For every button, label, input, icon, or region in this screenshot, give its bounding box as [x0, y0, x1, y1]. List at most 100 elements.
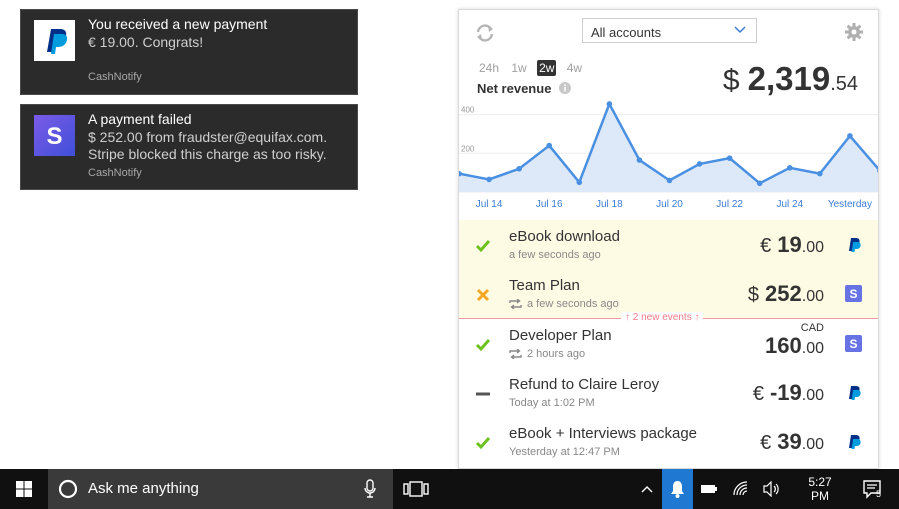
event-amount: € -19.00 — [753, 380, 824, 406]
event-amount-integer: 39 — [777, 429, 802, 454]
chart-point[interactable] — [576, 179, 583, 186]
chart-point[interactable] — [847, 133, 853, 139]
event-title: Team Plan — [509, 277, 580, 294]
system-clock[interactable]: 5:27 PM — [800, 475, 840, 503]
chart-point[interactable] — [636, 157, 643, 163]
task-view-icon[interactable] — [403, 480, 429, 498]
toast-source: CashNotify — [88, 71, 142, 83]
chart-point[interactable] — [666, 177, 673, 184]
event-amount-decimal: .00 — [801, 239, 824, 256]
account-select-value: All accounts — [591, 25, 662, 40]
event-row[interactable]: Refund to Claire Leroy Today at 1:02 PM … — [459, 368, 878, 417]
info-icon[interactable] — [559, 82, 572, 94]
toast-title: You received a new payment — [88, 16, 268, 32]
cashnotify-tray-button[interactable] — [662, 469, 693, 509]
net-revenue-text: Net revenue — [477, 81, 552, 96]
event-time-text: 2 hours ago — [527, 348, 586, 360]
x-tick-label: Jul 16 — [536, 199, 563, 210]
chart-point[interactable] — [606, 101, 613, 107]
x-tick-label: Jul 24 — [776, 199, 803, 210]
volume-icon[interactable] — [763, 481, 781, 497]
cortana-icon — [58, 479, 78, 499]
chart-point[interactable] — [546, 142, 553, 149]
event-amount-integer: 160 — [765, 333, 802, 358]
x-tick-label: Jul 18 — [596, 199, 623, 210]
event-title: Developer Plan — [509, 327, 612, 344]
chart-point[interactable] — [726, 155, 733, 161]
battery-icon[interactable] — [700, 483, 718, 495]
check-icon — [475, 437, 491, 450]
event-currency: € — [760, 432, 772, 454]
notification-toast-payment[interactable]: You received a new payment € 19.00. Cong… — [20, 9, 358, 95]
chart-point[interactable] — [786, 165, 793, 171]
period-24h[interactable]: 24h — [477, 60, 501, 76]
period-1w[interactable]: 1w — [509, 60, 528, 76]
event-row[interactable]: Team Plan a few seconds ago $252.00 S — [459, 269, 878, 318]
net-revenue-label: Net revenue — [477, 81, 572, 96]
chart-point[interactable] — [516, 165, 522, 172]
event-currency: $ — [747, 284, 760, 306]
check-icon — [475, 240, 491, 253]
event-currency: € — [752, 383, 764, 405]
event-time-text: a few seconds ago — [527, 298, 619, 310]
event-time: Yesterday at 12:47 PM — [509, 446, 620, 458]
notification-toast-failed[interactable]: S A payment failed $ 252.00 from fraudst… — [20, 104, 358, 190]
event-amount-decimal: .00 — [801, 387, 824, 404]
stripe-icon: S — [34, 115, 75, 156]
cross-icon — [476, 288, 490, 302]
stripe-icon: S — [845, 335, 862, 352]
revenue-chart: 0200400Jul 14Jul 16Jul 18Jul 20Jul 22Jul… — [459, 101, 878, 210]
revenue-currency: $ — [722, 64, 740, 97]
paypal-icon — [849, 386, 861, 400]
notification-count: 5 — [876, 489, 882, 499]
refresh-icon[interactable] — [474, 22, 496, 44]
x-tick-label: Jul 20 — [656, 199, 683, 210]
search-placeholder: Ask me anything — [88, 480, 199, 497]
event-amount-integer: 252 — [765, 281, 802, 306]
event-row[interactable]: Developer Plan 2 hours ago CAD 160.00 S — [459, 319, 878, 368]
chevron-up-icon[interactable] — [640, 483, 654, 495]
toast-body: € 19.00. Congrats! — [88, 34, 204, 50]
revenue-widget: All accounts 24h 1w 2w 4w Net revenue $ … — [458, 9, 879, 469]
wifi-icon[interactable] — [733, 481, 749, 497]
period-selector: 24h 1w 2w 4w — [477, 60, 589, 76]
toast-source: CashNotify — [88, 167, 142, 179]
recurring-icon — [509, 298, 522, 310]
gear-icon[interactable] — [844, 22, 864, 42]
svg-text:S: S — [849, 337, 857, 351]
chart-point[interactable] — [696, 161, 703, 167]
event-time: a few seconds ago — [509, 298, 619, 310]
x-tick-label: Jul 14 — [476, 199, 503, 210]
chart-point[interactable] — [817, 170, 823, 177]
chart-point[interactable] — [756, 180, 763, 187]
clock-ampm: PM — [811, 489, 829, 503]
event-list: eBook download a few seconds ago €19.00 … — [459, 220, 878, 466]
event-amount: 160.00 — [765, 333, 824, 359]
event-time: Today at 1:02 PM — [509, 397, 595, 409]
chart-point[interactable] — [486, 176, 492, 183]
x-tick-label: Jul 22 — [716, 199, 743, 210]
stripe-icon: S — [845, 285, 862, 302]
paypal-icon — [34, 20, 75, 61]
period-4w[interactable]: 4w — [565, 60, 584, 76]
event-title: eBook + Interviews package — [509, 425, 698, 442]
paypal-icon — [849, 238, 861, 252]
revenue-integer: 2,319 — [747, 60, 831, 97]
event-title: Refund to Claire Leroy — [509, 376, 660, 393]
windows-start-icon[interactable] — [0, 469, 48, 509]
svg-text:S: S — [46, 123, 62, 150]
account-select[interactable]: All accounts — [582, 18, 757, 43]
event-amount-integer: -19 — [769, 380, 802, 405]
revenue-decimal: .54 — [830, 73, 858, 95]
y-tick-label: 200 — [461, 144, 475, 153]
y-tick-label: 400 — [461, 106, 475, 115]
microphone-icon[interactable] — [363, 479, 377, 499]
event-row[interactable]: eBook + Interviews package Yesterday at … — [459, 417, 878, 466]
cortana-search-box[interactable]: Ask me anything — [48, 469, 393, 509]
taskbar: Ask me anything 5:27 PM 5 — [0, 469, 899, 509]
event-row[interactable]: eBook download a few seconds ago €19.00 — [459, 220, 878, 269]
event-currency: € — [760, 235, 772, 257]
net-revenue-amount: $2,319.54 — [723, 60, 858, 98]
toast-title: A payment failed — [88, 111, 192, 127]
period-2w[interactable]: 2w — [537, 60, 557, 76]
